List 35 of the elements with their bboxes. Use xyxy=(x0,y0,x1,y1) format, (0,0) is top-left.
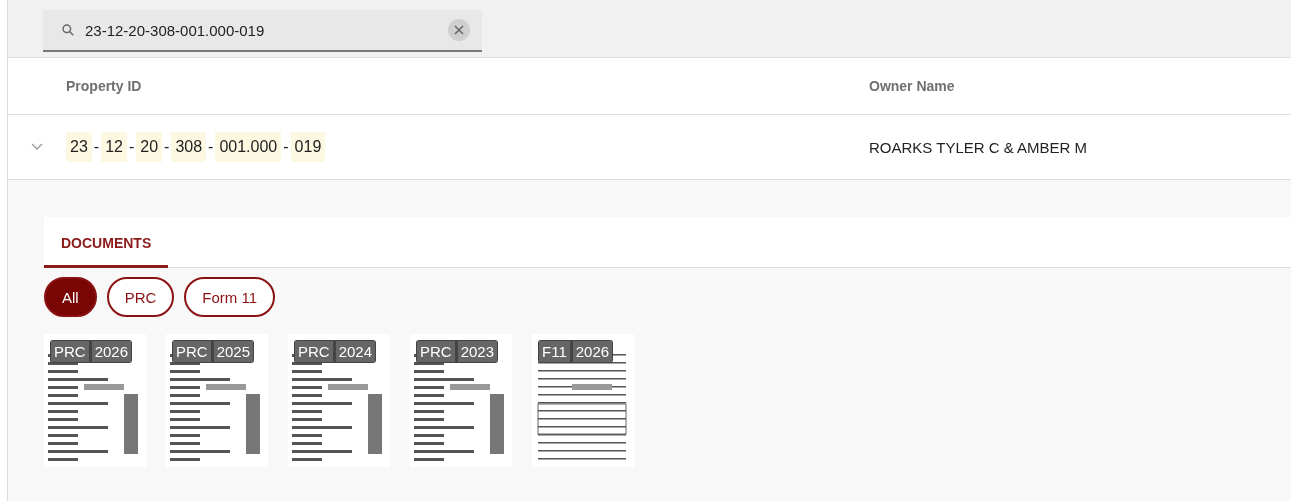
document-type-label: PRC xyxy=(417,341,455,362)
highlighted-match: 20 xyxy=(136,132,163,162)
tab[interactable]: DOCUMENTS xyxy=(44,235,169,268)
document-type-label: PRC xyxy=(51,341,89,362)
column-header[interactable]: Owner Name xyxy=(869,78,955,94)
close-icon xyxy=(454,25,464,35)
search-input[interactable]: 23-12-20-308-001.000-019 xyxy=(85,21,438,39)
search-icon xyxy=(61,23,75,37)
column-header[interactable]: Property ID xyxy=(66,78,142,94)
document-year-label: 2026 xyxy=(91,341,132,362)
filter-chip[interactable]: PRC xyxy=(106,277,175,317)
highlighted-match: 12 xyxy=(101,132,127,162)
table-cell: ROARKS TYLER C & AMBER M xyxy=(869,138,1088,156)
document-year-label: 2024 xyxy=(335,341,376,362)
clear-button[interactable] xyxy=(448,19,470,41)
separator: - xyxy=(282,138,290,156)
document-year-label: 2025 xyxy=(213,341,254,362)
highlighted-match: 001.000 xyxy=(215,132,282,162)
search-field[interactable]: 23-12-20-308-001.000-019 xyxy=(43,10,482,52)
filter-chip[interactable]: All xyxy=(44,277,97,317)
document-year-label: 2026 xyxy=(572,341,613,362)
separator: - xyxy=(163,138,171,156)
highlighted-match: 308 xyxy=(171,132,207,162)
document-type-label: PRC xyxy=(173,341,211,362)
document-type-label: PRC xyxy=(295,341,333,362)
document-type-label: F11 xyxy=(539,341,570,362)
separator: - xyxy=(207,138,215,156)
chevron-icon xyxy=(31,143,43,151)
highlighted-match: 019 xyxy=(290,132,326,162)
filter-chip[interactable]: Form 11 xyxy=(184,277,276,317)
highlighted-match: 23 xyxy=(66,132,92,162)
document-year-label: 2023 xyxy=(457,341,498,362)
expand-toggle[interactable] xyxy=(31,143,43,151)
separator: - xyxy=(92,138,101,156)
separator: - xyxy=(127,138,136,156)
